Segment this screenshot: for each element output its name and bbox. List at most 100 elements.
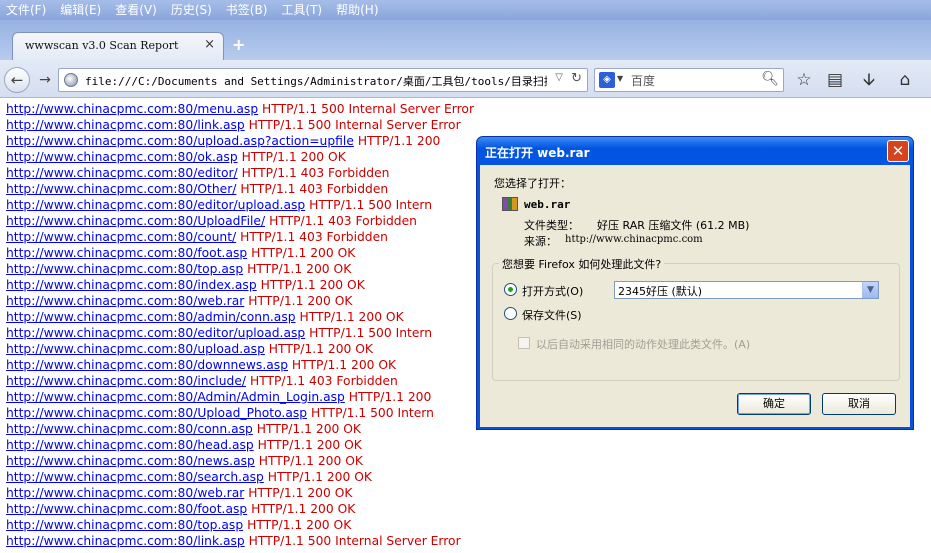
result-row: http://www.chinacpmc.com:80/Upload_Photo… <box>6 405 434 421</box>
result-link[interactable]: http://www.chinacpmc.com:80/link.asp <box>6 534 245 548</box>
forward-icon[interactable]: → <box>34 69 56 91</box>
result-status: HTTP/1.1 200 OK <box>299 310 404 324</box>
result-status: HTTP/1.1 403 Forbidden <box>240 230 388 244</box>
back-icon[interactable]: ← <box>4 67 30 93</box>
source-label: 来源： <box>524 235 557 248</box>
save-file-label[interactable]: 保存文件(S) <box>522 307 582 323</box>
dropdown-icon[interactable]: ▽ <box>555 72 563 83</box>
result-link[interactable]: http://www.chinacpmc.com:80/ok.asp <box>6 150 238 164</box>
result-link[interactable]: http://www.chinacpmc.com:80/count/ <box>6 230 236 244</box>
result-link[interactable]: http://www.chinacpmc.com:80/downnews.asp <box>6 358 288 372</box>
result-link[interactable]: http://www.chinacpmc.com:80/top.asp <box>6 518 243 532</box>
url-text[interactable]: file:///C:/Documents and Settings/Admini… <box>85 73 547 89</box>
result-status: HTTP/1.1 200 <box>348 390 432 404</box>
remember-checkbox[interactable] <box>518 337 530 349</box>
result-row: http://www.chinacpmc.com:80/menu.asp HTT… <box>6 101 474 117</box>
result-link[interactable]: http://www.chinacpmc.com:80/UploadFile/ <box>6 214 265 228</box>
chosen-label: 您选择了打开： <box>494 177 571 190</box>
result-status: HTTP/1.1 200 OK <box>260 278 365 292</box>
result-link[interactable]: http://www.chinacpmc.com:80/editor/uploa… <box>6 326 305 340</box>
close-tab-icon[interactable]: × <box>204 37 215 52</box>
result-link[interactable]: http://www.chinacpmc.com:80/foot.asp <box>6 246 247 260</box>
app-select-value[interactable]: 2345好压 (默认) <box>618 283 702 299</box>
result-link[interactable]: http://www.chinacpmc.com:80/include/ <box>6 374 246 388</box>
result-row: http://www.chinacpmc.com:80/include/ HTT… <box>6 373 398 389</box>
open-with-label[interactable]: 打开方式(O) <box>522 283 583 299</box>
new-tab-icon[interactable]: + <box>232 35 245 54</box>
result-row: http://www.chinacpmc.com:80/downnews.asp… <box>6 357 396 373</box>
result-link[interactable]: http://www.chinacpmc.com:80/editor/uploa… <box>6 198 305 212</box>
remember-label: 以后自动采用相同的动作处理此类文件。(A) <box>536 338 751 351</box>
result-row: http://www.chinacpmc.com:80/upload.asp H… <box>6 341 373 357</box>
search-input[interactable]: 百度 <box>631 72 655 89</box>
result-link[interactable]: http://www.chinacpmc.com:80/upload.asp?a… <box>6 134 354 148</box>
result-link[interactable]: http://www.chinacpmc.com:80/index.asp <box>6 278 257 292</box>
menu-bookmarks[interactable]: 书签(B) <box>220 0 276 20</box>
result-link[interactable]: http://www.chinacpmc.com:80/conn.asp <box>6 422 253 436</box>
result-row: http://www.chinacpmc.com:80/web.rar HTTP… <box>6 485 352 501</box>
result-link[interactable]: http://www.chinacpmc.com:80/link.asp <box>6 118 245 132</box>
dialog-titlebar[interactable]: 正在打开 web.rar ✕ <box>477 137 913 165</box>
tab-strip: wwwscan v3.0 Scan Report × + <box>0 20 931 60</box>
chevron-down-icon[interactable]: ▼ <box>617 74 623 83</box>
result-link[interactable]: http://www.chinacpmc.com:80/head.asp <box>6 438 254 452</box>
menu-bar: 文件(F) 编辑(E) 查看(V) 历史(S) 书签(B) 工具(T) 帮助(H… <box>0 0 931 20</box>
result-link[interactable]: http://www.chinacpmc.com:80/admin/conn.a… <box>6 310 296 324</box>
site-icon[interactable] <box>64 73 78 87</box>
result-link[interactable]: http://www.chinacpmc.com:80/Upload_Photo… <box>6 406 307 420</box>
search-bar[interactable]: ◈ ▼ 百度 🔍︎ <box>594 68 784 92</box>
result-status: HTTP/1.1 500 Intern <box>309 198 433 212</box>
result-link[interactable]: http://www.chinacpmc.com:80/top.asp <box>6 262 243 276</box>
menu-file[interactable]: 文件(F) <box>0 0 54 20</box>
search-icon[interactable]: 🔍︎ <box>761 71 779 87</box>
result-status: HTTP/1.1 200 OK <box>267 470 372 484</box>
result-status: HTTP/1.1 200 OK <box>248 294 353 308</box>
result-row: http://www.chinacpmc.com:80/search.asp H… <box>6 469 372 485</box>
url-bar[interactable]: file:///C:/Documents and Settings/Admini… <box>58 68 588 92</box>
cancel-button[interactable]: 取消 <box>822 393 896 415</box>
result-status: HTTP/1.1 200 OK <box>256 422 361 436</box>
open-with-app-select[interactable]: 2345好压 (默认) ▼ <box>614 281 879 299</box>
result-link[interactable]: http://www.chinacpmc.com:80/web.rar <box>6 294 244 308</box>
menu-tools[interactable]: 工具(T) <box>275 0 330 20</box>
result-link[interactable]: http://www.chinacpmc.com:80/upload.asp <box>6 342 265 356</box>
result-row: http://www.chinacpmc.com:80/Admin/Admin_… <box>6 389 431 405</box>
result-link[interactable]: http://www.chinacpmc.com:80/foot.asp <box>6 502 247 516</box>
result-link[interactable]: http://www.chinacpmc.com:80/search.asp <box>6 470 264 484</box>
reload-icon[interactable]: ↻ <box>571 71 582 86</box>
menu-history[interactable]: 历史(S) <box>165 0 220 20</box>
chevron-down-icon[interactable]: ▼ <box>862 282 878 298</box>
home-icon[interactable]: ⌂ <box>894 69 916 91</box>
result-row: http://www.chinacpmc.com:80/link.asp HTT… <box>6 533 461 549</box>
result-link[interactable]: http://www.chinacpmc.com:80/web.rar <box>6 486 244 500</box>
result-link[interactable]: http://www.chinacpmc.com:80/news.asp <box>6 454 255 468</box>
menu-help[interactable]: 帮助(H) <box>330 0 386 20</box>
result-link[interactable]: http://www.chinacpmc.com:80/editor/ <box>6 166 238 180</box>
result-link[interactable]: http://www.chinacpmc.com:80/menu.asp <box>6 102 258 116</box>
result-row: http://www.chinacpmc.com:80/top.asp HTTP… <box>6 261 351 277</box>
close-icon[interactable]: ✕ <box>887 140 909 162</box>
open-with-radio[interactable] <box>504 283 517 296</box>
bookmark-star-icon[interactable]: ☆ <box>793 69 815 91</box>
result-row: http://www.chinacpmc.com:80/head.asp HTT… <box>6 437 362 453</box>
tab-scan-report[interactable]: wwwscan v3.0 Scan Report × <box>12 32 224 60</box>
bookmarks-menu-icon[interactable]: ▤ <box>824 69 846 91</box>
file-type-value: 好压 RAR 压缩文件 (61.2 MB) <box>597 219 750 232</box>
menu-edit[interactable]: 编辑(E) <box>54 0 109 20</box>
menu-view[interactable]: 查看(V) <box>109 0 165 20</box>
result-status: HTTP/1.1 200 OK <box>241 150 346 164</box>
ok-button[interactable]: 确定 <box>737 393 811 415</box>
result-status: HTTP/1.1 500 Intern <box>311 406 434 420</box>
search-engine-icon[interactable]: ◈ <box>599 72 615 88</box>
result-row: http://www.chinacpmc.com:80/link.asp HTT… <box>6 117 461 133</box>
result-row: http://www.chinacpmc.com:80/editor/uploa… <box>6 197 432 213</box>
result-link[interactable]: http://www.chinacpmc.com:80/Other/ <box>6 182 236 196</box>
result-status: HTTP/1.1 200 OK <box>268 342 373 356</box>
result-status: HTTP/1.1 500 Intern <box>309 326 433 340</box>
result-status: HTTP/1.1 403 Forbidden <box>240 182 389 196</box>
download-icon[interactable]: 🡫 <box>858 69 880 91</box>
result-link[interactable]: http://www.chinacpmc.com:80/Admin/Admin_… <box>6 390 345 404</box>
save-file-radio[interactable] <box>504 307 517 320</box>
result-status: HTTP/1.1 200 OK <box>251 246 356 260</box>
result-row: http://www.chinacpmc.com:80/foot.asp HTT… <box>6 501 355 517</box>
